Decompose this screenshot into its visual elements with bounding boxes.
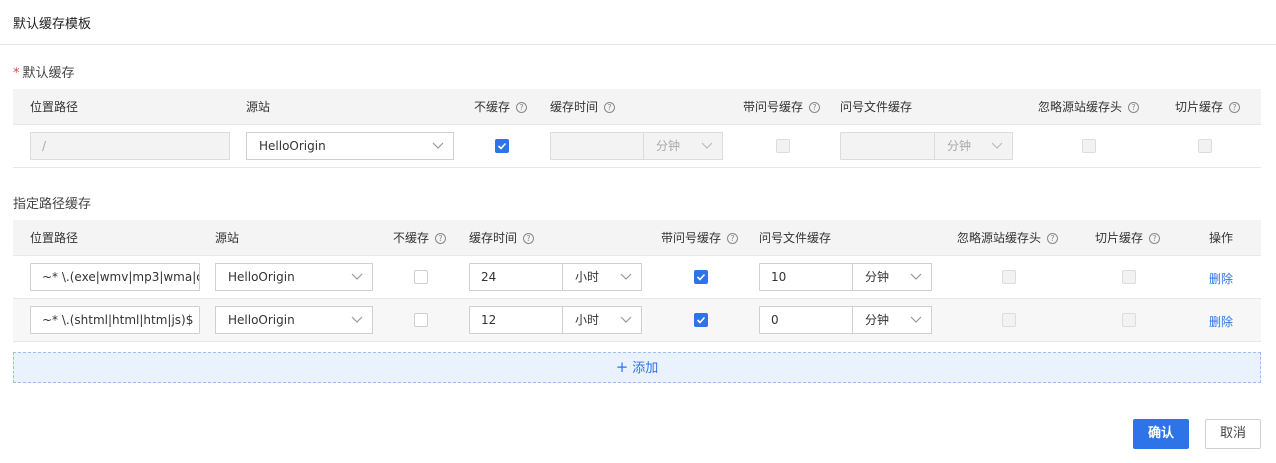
chevron-down-icon <box>701 142 713 149</box>
col-ignore-origin-header: 忽略源站缓存头? <box>1038 89 1140 125</box>
chevron-down-icon <box>351 316 363 323</box>
question-file-unit-value: 分钟 <box>865 270 890 284</box>
cache-with-question-checkbox[interactable] <box>694 270 708 284</box>
origin-select-value: HelloOrigin <box>228 313 295 327</box>
origin-select[interactable]: HelloOrigin <box>215 306 373 334</box>
col-ignore-origin-header: 忽略源站缓存头? <box>957 220 1059 256</box>
cache-with-question-checkbox[interactable] <box>694 313 708 327</box>
cache-time-input <box>550 132 645 160</box>
col-slice-cache: 切片缓存? <box>1175 89 1241 125</box>
col-slice-cache: 切片缓存? <box>1095 220 1161 256</box>
chevron-down-icon <box>351 273 363 280</box>
cache-time-unit-value: 小时 <box>575 313 600 327</box>
required-mark: * <box>13 66 20 81</box>
no-cache-checkbox[interactable] <box>414 313 428 327</box>
cache-time-unit-select[interactable]: 小时 <box>562 306 642 334</box>
help-icon[interactable]: ? <box>1149 233 1161 244</box>
help-icon[interactable]: ? <box>435 233 447 244</box>
col-question-file-cache: 问号文件缓存 <box>840 100 913 114</box>
question-file-unit-select[interactable]: 分钟 <box>852 306 932 334</box>
col-cache-time: 缓存时间? <box>469 220 535 256</box>
col-path: 位置路径 <box>30 231 79 245</box>
question-file-unit-select: 分钟 <box>934 132 1013 160</box>
delete-row-link[interactable]: 删除 <box>1209 313 1233 330</box>
origin-select-value: HelloOrigin <box>259 139 326 153</box>
chevron-down-icon <box>991 142 1003 149</box>
ignore-origin-header-checkbox[interactable] <box>1002 270 1016 284</box>
help-icon[interactable]: ? <box>523 233 535 244</box>
add-row-label: 添加 <box>632 361 659 376</box>
col-no-cache: 不缓存? <box>474 89 528 125</box>
slice-cache-checkbox[interactable] <box>1122 313 1136 327</box>
cache-time-unit-value: 小时 <box>575 270 600 284</box>
delete-row-link[interactable]: 删除 <box>1209 270 1233 287</box>
slice-cache-checkbox <box>1198 139 1212 153</box>
cache-time-unit-value: 分钟 <box>656 139 681 153</box>
question-file-unit-value: 分钟 <box>865 313 890 327</box>
check-icon <box>696 316 706 324</box>
chevron-down-icon <box>620 273 632 280</box>
cache-time-unit-select: 分钟 <box>643 132 723 160</box>
col-question-file-cache: 问号文件缓存 <box>759 231 832 245</box>
origin-select-value: HelloOrigin <box>228 270 295 284</box>
dialog-title: 默认缓存模板 <box>13 17 92 32</box>
default-cache-table-header: 位置路径 源站 不缓存? 缓存时间? 带问号缓存? 问号文件缓存 忽略源站缓存头… <box>13 89 1261 125</box>
cache-time-unit-select[interactable]: 小时 <box>562 263 642 291</box>
path-input[interactable]: ~* \.(shtml|html|htm|js)$ <box>30 306 200 334</box>
chevron-down-icon <box>620 316 632 323</box>
ignore-origin-header-checkbox[interactable] <box>1002 313 1016 327</box>
confirm-button[interactable]: 确认 <box>1133 419 1189 449</box>
question-file-input[interactable]: 0 <box>759 306 854 334</box>
plus-icon: + <box>615 358 629 376</box>
dialog-header: 默认缓存模板 <box>0 0 1276 45</box>
col-cache-with-question: 带问号缓存? <box>743 89 821 125</box>
question-file-input <box>840 132 936 160</box>
path-cache-label: 指定路径缓存 <box>13 197 92 212</box>
default-cache-label: * 默认缓存 <box>13 62 75 81</box>
col-cache-with-question: 带问号缓存? <box>661 220 739 256</box>
help-icon[interactable]: ? <box>516 102 528 113</box>
table-row: ~* \.(shtml|html|htm|js)$ HelloOrigin 12… <box>13 299 1261 342</box>
chevron-down-icon <box>910 316 922 323</box>
cache-time-input[interactable]: 24 <box>469 263 564 291</box>
origin-select[interactable]: HelloOrigin <box>215 263 373 291</box>
cache-with-question-checkbox <box>776 139 790 153</box>
chevron-down-icon <box>432 142 444 149</box>
col-action: 操作 <box>1209 231 1234 245</box>
add-row-button[interactable]: + 添加 <box>13 352 1261 383</box>
col-no-cache: 不缓存? <box>393 220 447 256</box>
path-input[interactable]: ~* \.(exe|wmv|mp3|wma|ogg <box>30 263 200 291</box>
check-icon <box>497 142 507 150</box>
cancel-button[interactable]: 取消 <box>1205 419 1261 449</box>
col-origin: 源站 <box>246 100 271 114</box>
help-icon[interactable]: ? <box>727 233 739 244</box>
table-row: ~* \.(exe|wmv|mp3|wma|ogg HelloOrigin 24… <box>13 256 1261 299</box>
cache-time-input[interactable]: 12 <box>469 306 564 334</box>
no-cache-checkbox[interactable] <box>414 270 428 284</box>
help-icon[interactable]: ? <box>1047 233 1059 244</box>
ignore-origin-header-checkbox <box>1082 139 1096 153</box>
chevron-down-icon <box>910 273 922 280</box>
col-cache-time: 缓存时间? <box>550 89 616 125</box>
default-cache-row: / HelloOrigin 分钟 分钟 <box>13 125 1261 168</box>
no-cache-checkbox[interactable] <box>495 139 509 153</box>
check-icon <box>696 273 706 281</box>
col-origin: 源站 <box>215 231 240 245</box>
question-file-input[interactable]: 10 <box>759 263 854 291</box>
path-input: / <box>30 132 230 160</box>
slice-cache-checkbox[interactable] <box>1122 270 1136 284</box>
help-icon[interactable]: ? <box>1128 102 1140 113</box>
path-cache-table-header: 位置路径 源站 不缓存? 缓存时间? 带问号缓存? 问号文件缓存 忽略源站缓存头… <box>13 220 1261 256</box>
col-path: 位置路径 <box>30 100 79 114</box>
help-icon[interactable]: ? <box>604 102 616 113</box>
help-icon[interactable]: ? <box>809 102 821 113</box>
origin-select[interactable]: HelloOrigin <box>246 132 454 160</box>
default-cache-label-text: 默认缓存 <box>22 66 75 81</box>
question-file-unit-select[interactable]: 分钟 <box>852 263 932 291</box>
help-icon[interactable]: ? <box>1229 102 1241 113</box>
question-file-unit-value: 分钟 <box>947 139 972 153</box>
